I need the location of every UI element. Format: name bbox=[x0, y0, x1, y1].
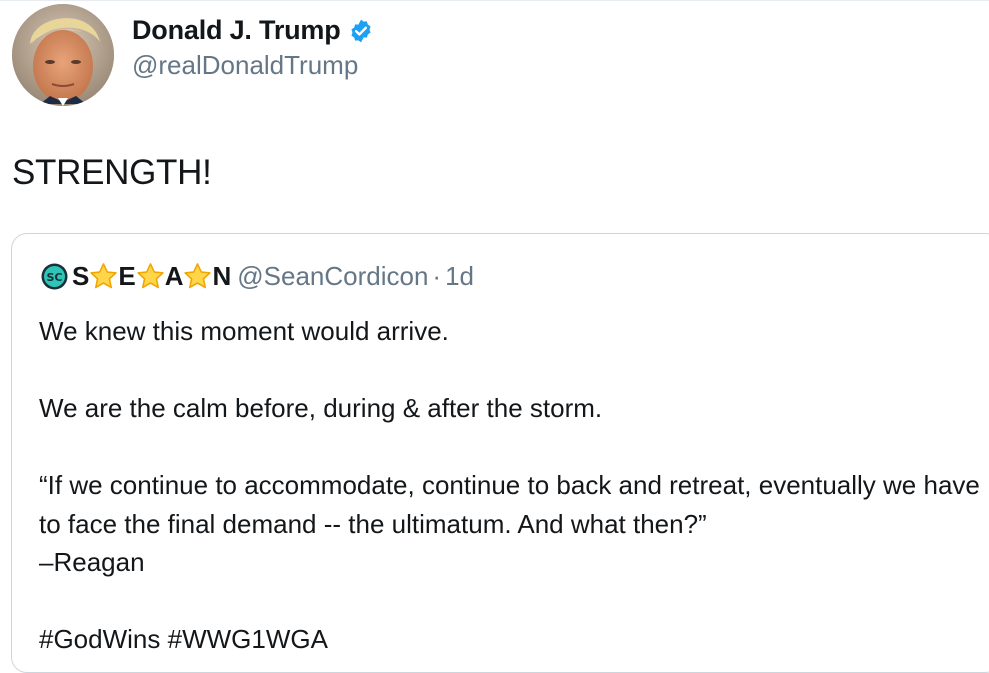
name-letter: E bbox=[118, 261, 136, 291]
quote-line: –Reagan bbox=[39, 547, 145, 577]
quote-line: We knew this moment would arrive. bbox=[39, 316, 449, 346]
star-icon bbox=[135, 261, 166, 292]
display-name[interactable]: Donald J. Trump bbox=[132, 15, 341, 46]
tweet-header: Donald J. Trump @realDonaldTrump bbox=[12, 4, 374, 106]
star-icon bbox=[88, 261, 119, 292]
quote-timestamp[interactable]: 1d bbox=[445, 261, 474, 292]
quoted-tweet-card[interactable]: SC S E A N @SeanCordicon · 1d We knew th… bbox=[11, 233, 989, 673]
name-letter: S bbox=[72, 261, 90, 291]
quote-author-name[interactable]: S E A N bbox=[72, 261, 231, 292]
name-row: Donald J. Trump bbox=[132, 15, 374, 46]
author-info: Donald J. Trump @realDonaldTrump bbox=[132, 15, 374, 81]
author-handle[interactable]: @realDonaldTrump bbox=[132, 50, 374, 81]
separator-dot: · bbox=[432, 261, 442, 291]
avatar[interactable] bbox=[12, 4, 114, 106]
svg-text:SC: SC bbox=[47, 271, 63, 284]
quote-body: We knew this moment would arrive. We are… bbox=[39, 312, 989, 659]
star-icon bbox=[182, 261, 213, 292]
verified-badge-icon bbox=[348, 18, 374, 44]
quote-author-handle[interactable]: @SeanCordicon bbox=[237, 261, 428, 292]
quote-hashtags[interactable]: #GodWins #WWG1WGA bbox=[39, 620, 989, 659]
quote-line: “If we continue to accommodate, continue… bbox=[39, 470, 980, 539]
quote-line: We are the calm before, during & after t… bbox=[39, 393, 603, 423]
quote-header: SC S E A N @SeanCordicon · 1d bbox=[40, 261, 474, 292]
name-letter: A bbox=[164, 261, 184, 291]
top-divider bbox=[0, 0, 989, 1]
sc-logo-icon: SC bbox=[40, 262, 69, 291]
tweet-text: STRENGTH! bbox=[12, 153, 212, 192]
name-letter: N bbox=[212, 261, 232, 291]
